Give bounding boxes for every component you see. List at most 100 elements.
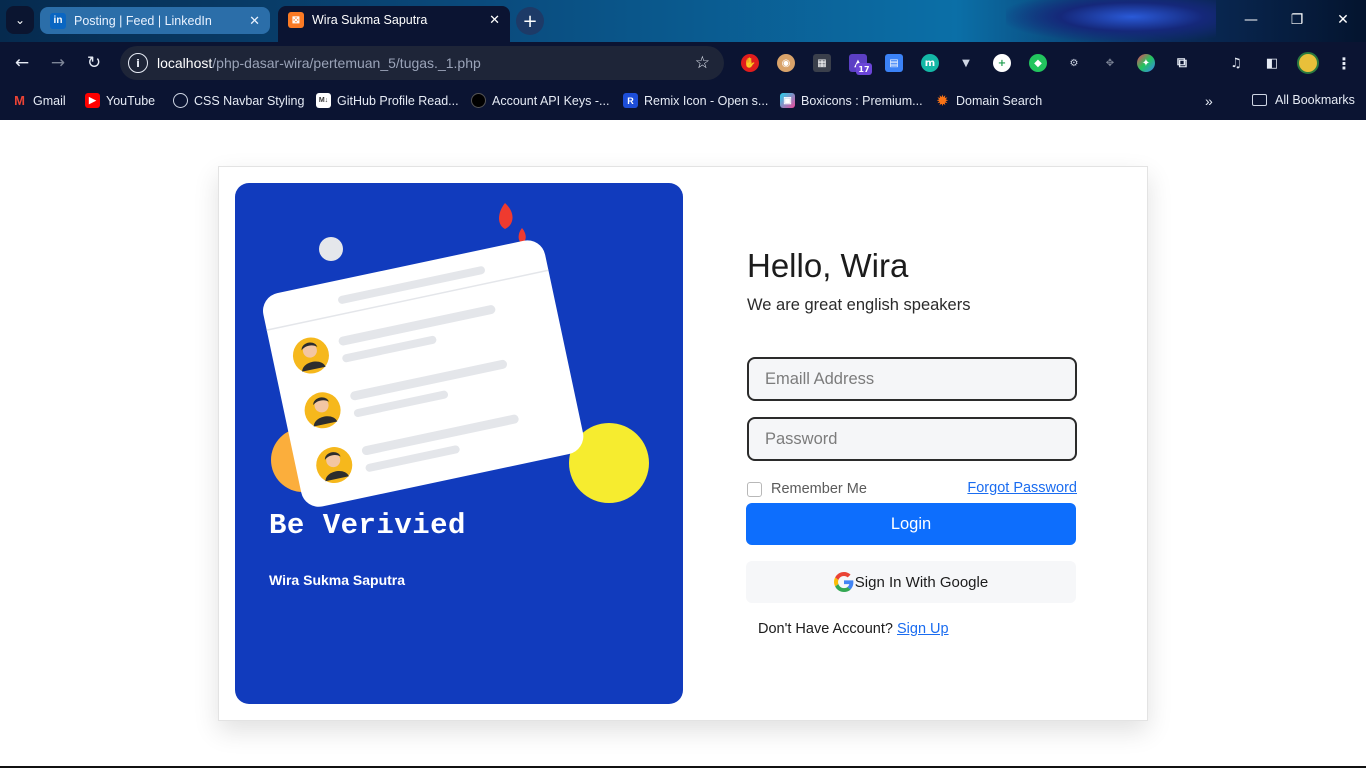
tab-title: Posting | Feed | LinkedIn — [74, 13, 212, 28]
minimize-icon: — — [1244, 12, 1258, 28]
url-text[interactable]: localhost/php-dasar-wira/pertemuan_5/tug… — [157, 55, 481, 71]
linkedin-icon: in — [50, 12, 66, 29]
bookmarks-bar: M Gmail ▶ YouTube CSS Navbar Styling M↓ Git… — [0, 84, 1366, 120]
boxicons-icon: ▣ — [780, 93, 795, 108]
new-tab-button[interactable]: + — [516, 7, 544, 35]
profile-avatar[interactable] — [1297, 52, 1319, 74]
bookmark-boxicons[interactable]: ▣ Boxicons : Premium... — [780, 93, 923, 108]
plus-extension-icon[interactable]: + — [993, 54, 1011, 72]
adblock-extension-icon[interactable]: ✋ — [741, 54, 759, 72]
forward-button[interactable]: → — [46, 51, 70, 75]
bookmark-github-readme[interactable]: M↓ GitHub Profile Read... — [316, 93, 459, 108]
remember-me[interactable]: Remember Me — [747, 481, 867, 497]
double-chevron-right-icon: » — [1205, 93, 1213, 109]
bookmark-api-keys[interactable]: Account API Keys -... — [471, 93, 609, 108]
tab-wira[interactable]: ⊠ Wira Sukma Saputra ✕ — [278, 6, 510, 42]
restore-button[interactable]: ❐ — [1274, 8, 1320, 32]
red-drop-large — [499, 203, 513, 229]
panel-author: Wira Sukma Saputra — [269, 572, 406, 588]
verification-illustration — [262, 203, 649, 507]
login-form: Hello, Wira We are great english speaker… — [746, 167, 1087, 722]
side-panel-icon[interactable]: ◧ — [1263, 54, 1281, 72]
back-button[interactable]: ← — [10, 51, 34, 75]
colorful-extension-icon[interactable]: ✦ — [1137, 54, 1155, 72]
close-window-button[interactable]: ✕ — [1320, 8, 1366, 32]
bookmark-label: Domain Search — [956, 93, 1043, 108]
chatgpt-icon — [173, 93, 188, 108]
remember-label: Remember Me — [771, 481, 867, 497]
browser-titlebar: ⌄ in Posting | Feed | LinkedIn ✕ ⊠ Wira … — [0, 0, 1366, 42]
more-bookmarks-button[interactable]: » — [1205, 93, 1213, 109]
address-bar[interactable]: i localhost/php-dasar-wira/pertemuan_5/t… — [120, 46, 724, 80]
all-bookmarks-button[interactable]: All Bookmarks — [1252, 93, 1355, 107]
avatar-extension-icon[interactable]: ◉ — [777, 54, 795, 72]
bookmark-gmail[interactable]: M Gmail — [12, 93, 66, 108]
bookmark-label: Remix Icon - Open s... — [644, 93, 769, 108]
remix-icon: R — [623, 93, 638, 108]
bookmark-label: Gmail — [33, 93, 66, 108]
bookmark-label: CSS Navbar Styling — [194, 93, 305, 108]
kebab-menu-icon[interactable]: ⋮ — [1335, 54, 1353, 73]
arrow-right-icon: → — [50, 53, 66, 73]
chevron-down-icon: ⌄ — [14, 13, 26, 27]
login-button[interactable]: Login — [746, 503, 1076, 545]
minimize-button[interactable]: — — [1228, 8, 1274, 32]
docs-extension-icon[interactable]: ▤ — [885, 54, 903, 72]
xampp-icon: ⊠ — [288, 12, 304, 28]
move-extension-icon[interactable]: ✥ — [1101, 54, 1119, 72]
reload-icon: ↻ — [86, 53, 102, 73]
user-list-card — [262, 240, 584, 507]
tab-title: Wira Sukma Saputra — [312, 13, 428, 27]
google-signin-label: Sign In With Google — [854, 573, 989, 591]
close-icon[interactable]: ✕ — [489, 12, 500, 28]
password-field[interactable] — [747, 417, 1077, 461]
reload-button[interactable]: ↻ — [82, 51, 106, 75]
markdown-icon: M↓ — [316, 93, 331, 108]
wallpaper-art — [1006, 0, 1216, 42]
google-signin-button[interactable]: Sign In With Google — [746, 561, 1076, 603]
extension-badge: 17 — [856, 63, 872, 75]
gear-extension-icon[interactable]: ⚙ — [1065, 54, 1083, 72]
domain-icon: ✹ — [937, 92, 948, 108]
illustration-panel: Be Verivied Wira Sukma Saputra — [235, 183, 683, 704]
bookmark-label: GitHub Profile Read... — [337, 93, 459, 108]
close-icon: ✕ — [1337, 12, 1349, 28]
url-host: localhost — [157, 55, 213, 71]
calculator-extension-icon[interactable]: ▦ — [813, 54, 831, 72]
bookmark-star-icon[interactable]: ☆ — [695, 53, 710, 73]
bookmark-remix-icon[interactable]: R Remix Icon - Open s... — [623, 93, 768, 108]
openai-icon — [471, 93, 486, 108]
remember-checkbox[interactable] — [747, 481, 762, 497]
greeting-title: Hello, Wira — [747, 247, 909, 284]
bookmark-css-navbar[interactable]: CSS Navbar Styling — [173, 93, 304, 108]
url-path: /php-dasar-wira/pertemuan_5/tugas._1.php — [212, 55, 481, 71]
forgot-password-link[interactable]: Forgot Password — [967, 480, 1077, 496]
puzzle-icon[interactable]: ⧉ — [1173, 54, 1191, 72]
bookmark-domain-search[interactable]: ✹ Domain Search — [935, 93, 1042, 108]
bookmark-youtube[interactable]: ▶ YouTube — [85, 93, 155, 108]
bookmark-label: Boxicons : Premium... — [801, 93, 923, 108]
m-extension-icon[interactable]: m — [921, 54, 939, 72]
arrow-left-icon: ← — [14, 53, 30, 73]
tab-search-button[interactable]: ⌄ — [6, 6, 34, 34]
media-control-icon[interactable]: ♫ — [1227, 54, 1245, 72]
signup-prompt: Don't Have Account? Sign Up — [758, 621, 949, 637]
panel-headline: Be Verivied — [269, 509, 466, 542]
greeting-subtitle: We are great english speakers — [747, 296, 971, 314]
close-icon[interactable]: ✕ — [249, 13, 260, 29]
signup-link[interactable]: Sign Up — [897, 621, 949, 637]
email-field[interactable] — [747, 357, 1077, 401]
tab-linkedin[interactable]: in Posting | Feed | LinkedIn ✕ — [40, 7, 270, 34]
youtube-icon: ▶ — [85, 93, 100, 108]
decor-circle-white — [319, 237, 343, 261]
restore-icon: ❐ — [1290, 12, 1304, 28]
info-icon[interactable]: i — [128, 53, 148, 73]
all-bookmarks-label: All Bookmarks — [1275, 93, 1355, 107]
plus-icon: + — [522, 10, 538, 32]
bookmark-label: Account API Keys -... — [492, 93, 610, 108]
v-extension-icon[interactable]: ▼ — [957, 54, 975, 72]
color-extension-icon[interactable]: ◆ — [1029, 54, 1047, 72]
login-card: Be Verivied Wira Sukma Saputra Hello, Wi… — [218, 166, 1148, 721]
gmail-icon: M — [14, 93, 25, 108]
google-icon — [833, 572, 854, 592]
